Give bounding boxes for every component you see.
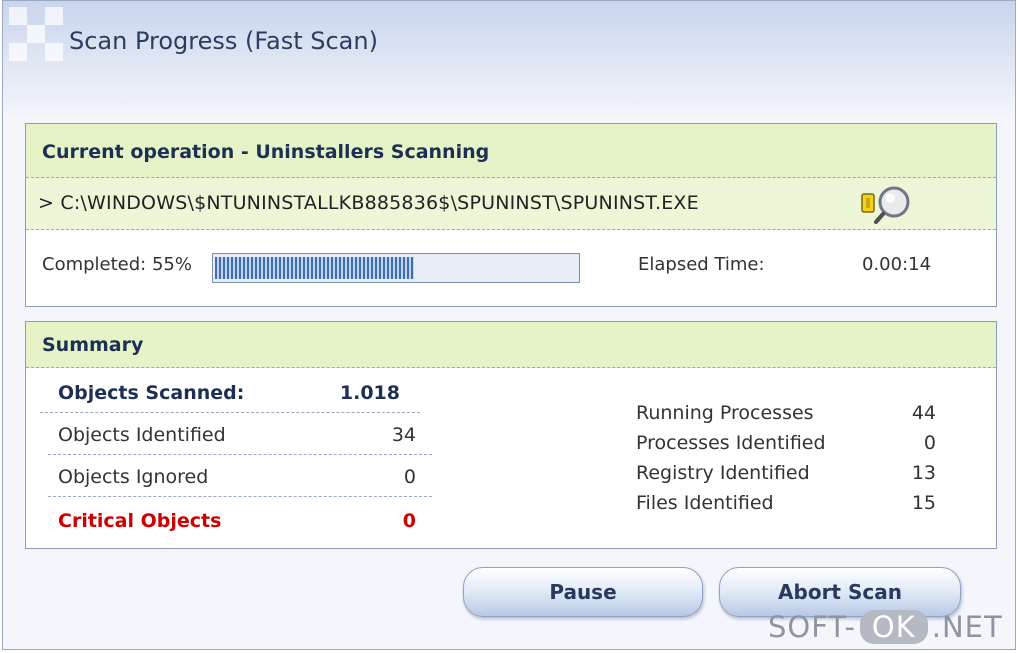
- current-operation-panel: Current operation - Uninstallers Scannin…: [25, 123, 997, 307]
- processes-identified-value: 0: [923, 432, 936, 454]
- current-path-row: > C:\WINDOWS\$NTUNINSTALLKB885836$\SPUNI…: [26, 178, 996, 230]
- scan-progress-bar: [212, 253, 580, 283]
- objects-scanned-value: 1.018: [339, 382, 400, 404]
- running-processes-row: Running Processes 44: [636, 402, 936, 432]
- registry-identified-row: Registry Identified 13: [636, 462, 936, 492]
- summary-panel: Summary Objects Scanned: 1.018 Objects I…: [25, 321, 997, 549]
- objects-identified-row: Objects Identified 34: [48, 414, 432, 455]
- elapsed-time-label: Elapsed Time:: [638, 254, 765, 275]
- running-processes-label: Running Processes: [636, 402, 814, 424]
- watermark-left: SOFT-: [768, 610, 856, 644]
- watermark: SOFT- OK .NET: [768, 610, 1003, 644]
- objects-ignored-value: 0: [403, 466, 416, 488]
- objects-scanned-row: Objects Scanned: 1.018: [40, 372, 420, 413]
- objects-identified-value: 34: [391, 424, 416, 446]
- objects-ignored-label: Objects Ignored: [58, 466, 209, 488]
- pause-button[interactable]: Pause: [463, 567, 703, 617]
- progress-row: Completed: 55% Elapsed Time: 0.00:14: [26, 230, 996, 304]
- critical-objects-label: Critical Objects: [58, 510, 222, 532]
- files-identified-value: 15: [911, 492, 936, 514]
- objects-identified-label: Objects Identified: [58, 424, 226, 446]
- title-decoration: [9, 7, 63, 73]
- objects-scanned-label: Objects Scanned:: [58, 382, 245, 404]
- files-identified-label: Files Identified: [636, 492, 774, 514]
- running-processes-value: 44: [911, 402, 936, 424]
- scan-progress-fill: [215, 257, 414, 279]
- current-file-path: > C:\WINDOWS\$NTUNINSTALLKB885836$\SPUNI…: [38, 192, 699, 214]
- critical-objects-value: 0: [402, 510, 416, 532]
- summary-header: Summary: [26, 322, 996, 368]
- processes-identified-label: Processes Identified: [636, 432, 826, 454]
- current-operation-header: Current operation - Uninstallers Scannin…: [26, 124, 996, 178]
- watermark-ok: OK: [859, 610, 928, 644]
- elapsed-time-value: 0.00:14: [862, 254, 932, 275]
- objects-ignored-row: Objects Ignored 0: [48, 456, 432, 497]
- completed-label: Completed: 55%: [42, 254, 192, 275]
- files-identified-row: Files Identified 15: [636, 492, 936, 522]
- window-title: Scan Progress (Fast Scan): [69, 27, 378, 55]
- watermark-right: .NET: [931, 610, 1003, 644]
- scan-progress-window: Scan Progress (Fast Scan) Current operat…: [2, 0, 1016, 650]
- processes-identified-row: Processes Identified 0: [636, 432, 936, 462]
- registry-identified-label: Registry Identified: [636, 462, 810, 484]
- critical-objects-row: Critical Objects 0: [48, 500, 432, 540]
- magnifier-icon: [861, 186, 910, 224]
- registry-identified-value: 13: [911, 462, 936, 484]
